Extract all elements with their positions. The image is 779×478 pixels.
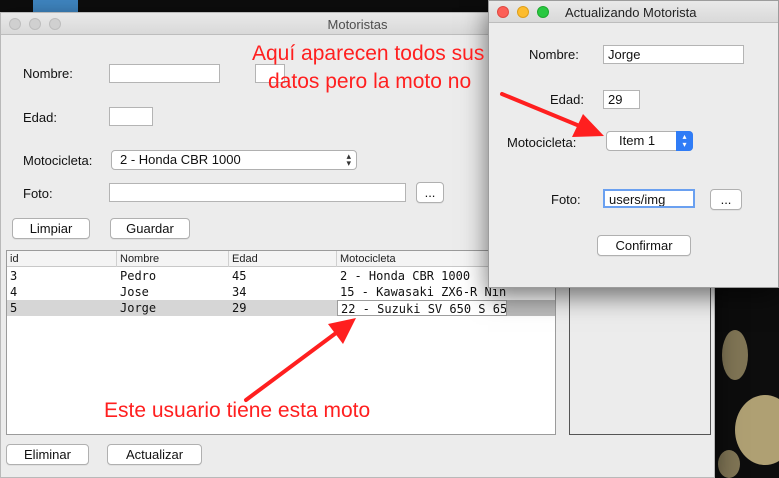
dialog-browse-button[interactable]: ...	[710, 189, 742, 210]
browse-button[interactable]: ...	[416, 182, 444, 203]
cell-selection-filler	[507, 300, 555, 316]
foto-field[interactable]	[109, 183, 406, 202]
dialog-nombre-field[interactable]: Jorge	[603, 45, 744, 64]
dialog-foto-field[interactable]: users/img	[603, 189, 695, 208]
cell-nombre: Jose	[120, 285, 149, 299]
cell-motocicleta: 15 - Kawasaki ZX6-R Ninj...	[340, 285, 507, 299]
eliminar-button[interactable]: Eliminar	[6, 444, 89, 465]
annotation-bottom: Este usuario tiene esta moto	[104, 399, 371, 422]
dialog-nombre-label: Nombre:	[529, 47, 579, 62]
chevron-updown-icon: ▴ ▾	[346, 151, 351, 168]
minimize-button[interactable]	[517, 6, 529, 18]
dialog-title: Actualizando Motorista	[565, 5, 697, 20]
annotation-top-line2: datos pero la moto no	[268, 70, 472, 93]
zoom-button[interactable]	[537, 6, 549, 18]
guardar-button[interactable]: Guardar	[110, 218, 190, 239]
wallpaper-shape	[33, 0, 78, 12]
nombre-field[interactable]	[109, 64, 220, 83]
dialog-motocicleta-select-value: Item 1	[619, 133, 656, 148]
dialog-motocicleta-select[interactable]: Item 1 ▴ ▾	[606, 131, 693, 151]
cell-id: 3	[10, 269, 18, 283]
cell-nombre: Jorge	[120, 301, 157, 315]
confirmar-button[interactable]: Confirmar	[597, 235, 691, 256]
cell-motocicleta: 22 - Suzuki SV 650 S 650	[337, 300, 507, 316]
motocicleta-label: Motocicleta:	[23, 153, 93, 168]
chevron-updown-icon: ▴ ▾	[676, 131, 693, 151]
photo-preview-panel	[569, 287, 711, 435]
table-row-selected[interactable]: 5 Jorge 29 22 - Suzuki SV 650 S 650	[7, 300, 555, 316]
close-button[interactable]	[497, 6, 509, 18]
column-header-nombre[interactable]: Nombre	[117, 251, 229, 267]
column-header-motocicleta[interactable]: Motocicleta	[337, 251, 505, 267]
wallpaper-shape	[722, 330, 748, 380]
column-header-edad[interactable]: Edad	[229, 251, 337, 267]
wallpaper-shape	[735, 395, 779, 465]
limpiar-button[interactable]: Limpiar	[12, 218, 90, 239]
cell-id: 4	[10, 285, 18, 299]
edad-field[interactable]	[109, 107, 153, 126]
actualizar-button[interactable]: Actualizar	[107, 444, 202, 465]
cell-id: 5	[10, 301, 18, 315]
cell-motocicleta: 2 - Honda CBR 1000	[340, 269, 471, 283]
cell-nombre: Pedro	[120, 269, 157, 283]
table-row[interactable]: 4 Jose 34 15 - Kawasaki ZX6-R Ninj...	[7, 284, 555, 300]
actualizando-dialog: Actualizando Motorista Nombre: Jorge Eda…	[488, 0, 779, 288]
edad-label: Edad:	[23, 110, 57, 125]
foto-label: Foto:	[23, 186, 53, 201]
motocicleta-select-value: 2 - Honda CBR 1000	[120, 152, 241, 167]
table-header: id Nombre Edad Motocicleta	[7, 251, 555, 267]
dialog-motocicleta-label: Motocicleta:	[507, 135, 577, 150]
cell-edad: 45	[232, 269, 247, 283]
cell-edad: 29	[232, 301, 247, 315]
cell-edad: 34	[232, 285, 247, 299]
dialog-foto-label: Foto:	[551, 192, 581, 207]
wallpaper-shape	[718, 450, 740, 478]
nombre-label: Nombre:	[23, 66, 73, 81]
dialog-edad-label: Edad:	[550, 92, 584, 107]
table-row[interactable]: 3 Pedro 45 2 - Honda CBR 1000	[7, 268, 555, 284]
motocicleta-select[interactable]: 2 - Honda CBR 1000 ▴ ▾	[111, 150, 357, 170]
annotation-top-line1: Aquí aparecen todos sus	[252, 42, 485, 65]
dialog-edad-field[interactable]: 29	[603, 90, 640, 109]
dialog-titlebar: Actualizando Motorista	[489, 1, 778, 23]
column-header-id[interactable]: id	[7, 251, 117, 267]
